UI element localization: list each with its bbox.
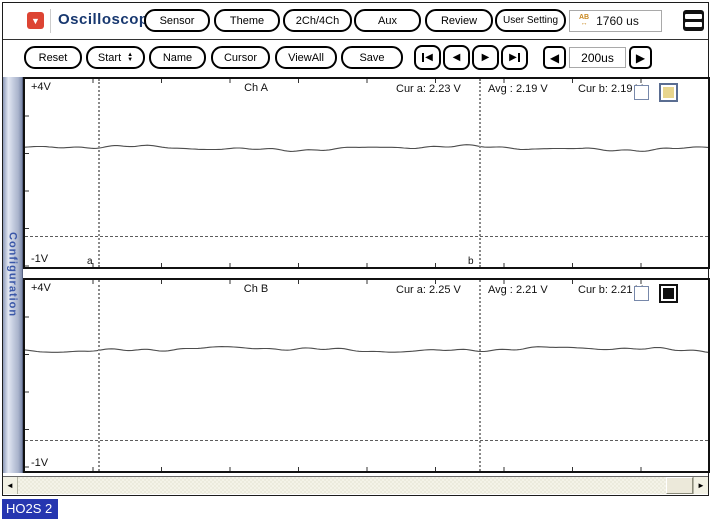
horizontal-scrollbar: ◄ ► xyxy=(3,476,708,494)
scroll-right-button[interactable]: ► xyxy=(693,477,708,494)
toolbar-second: Reset Start ▲▼ Name Cursor ViewAll Save … xyxy=(3,41,708,75)
skip-to-end-button[interactable]: ▶ xyxy=(501,45,528,70)
channel-b-panel: +4V -1V Ch B Cur a: 2.25 V Avg : 2.21 V … xyxy=(23,278,710,473)
toolbar-top: ▼ Oscilloscope Sensor Theme 2Ch/4Ch Aux … xyxy=(3,3,708,40)
user-setting-button[interactable]: User Setting xyxy=(495,9,566,32)
viewall-button[interactable]: ViewAll xyxy=(275,46,337,69)
timebase-display: 200us xyxy=(569,47,626,68)
oscilloscope-window: ▼ Oscilloscope Sensor Theme 2Ch/4Ch Aux … xyxy=(2,2,709,496)
menu-bar xyxy=(685,22,702,27)
app-title: Oscilloscope xyxy=(58,11,157,28)
channel-a-color-box[interactable] xyxy=(659,83,678,102)
step-back-button[interactable]: ◀ xyxy=(443,45,470,70)
channel-b-checkbox[interactable] xyxy=(634,286,649,301)
cursor-time-value: 1760 us xyxy=(596,14,639,28)
divider xyxy=(50,9,51,33)
configuration-sidebar[interactable]: Configuration xyxy=(3,77,23,473)
zero-volt-gridline xyxy=(25,236,708,237)
step-back-icon: ◀ xyxy=(453,52,461,63)
cur-a-readout: Cur a: 2.25 V xyxy=(396,284,461,296)
scrollbar-track[interactable] xyxy=(18,477,693,494)
scrollbar-thumb[interactable] xyxy=(666,477,693,494)
2ch-4ch-button[interactable]: 2Ch/4Ch xyxy=(283,9,352,32)
step-forward-button[interactable]: ▶ xyxy=(472,45,499,70)
left-triangle-icon: ◀ xyxy=(550,51,559,65)
v-bottom-label: -1V xyxy=(31,253,48,265)
bar-icon xyxy=(518,53,520,62)
review-button[interactable]: Review xyxy=(425,9,493,32)
v-top-label: +4V xyxy=(31,282,51,294)
sidebar-label: Configuration xyxy=(7,232,19,317)
channel-b-waveform xyxy=(25,280,708,471)
timebase-increase-button[interactable]: ▶ xyxy=(629,46,652,69)
scroll-left-icon: ◄ xyxy=(6,481,14,490)
cur-a-readout: Cur a: 2.23 V xyxy=(396,83,461,95)
step-forward-icon: ▶ xyxy=(482,52,490,63)
theme-button[interactable]: Theme xyxy=(214,9,280,32)
channel-a-color-swatch xyxy=(663,87,674,98)
v-top-label: +4V xyxy=(31,81,51,93)
down-arrow-icon: ▼ xyxy=(31,16,40,26)
scroll-right-icon: ► xyxy=(697,481,705,490)
scroll-left-button[interactable]: ◄ xyxy=(3,477,18,494)
channel-a-checkbox[interactable] xyxy=(634,85,649,100)
cursor-b-tag: b xyxy=(468,256,474,267)
zero-volt-gridline xyxy=(25,440,708,441)
save-button[interactable]: Save xyxy=(341,46,403,69)
screen: ▼ Oscilloscope Sensor Theme 2Ch/4Ch Aux … xyxy=(0,0,712,521)
channel-b-name: Ch B xyxy=(221,283,291,295)
cursor-b-line[interactable] xyxy=(479,79,481,267)
channel-a-name: Ch A xyxy=(221,82,291,94)
timebase-decrease-button[interactable]: ◀ xyxy=(543,46,566,69)
status-tab[interactable]: HO2S 2 xyxy=(2,499,58,519)
v-bottom-label: -1V xyxy=(31,457,48,469)
app-logo-icon[interactable]: ▼ xyxy=(27,12,44,29)
aux-button[interactable]: Aux xyxy=(354,9,421,32)
channel-b-color-swatch xyxy=(663,288,674,299)
start-button[interactable]: Start ▲▼ xyxy=(86,46,145,69)
skip-to-start-button[interactable]: ◀ xyxy=(414,45,441,70)
sensor-button[interactable]: Sensor xyxy=(144,9,210,32)
spinner-icon[interactable]: ▲▼ xyxy=(127,53,133,63)
channel-b-color-box[interactable] xyxy=(659,284,678,303)
ab-cursor-icon: AB↔ xyxy=(579,15,589,27)
cursor-time-display: AB↔ 1760 us xyxy=(569,10,662,32)
cursor-button[interactable]: Cursor xyxy=(211,46,270,69)
channel-a-waveform xyxy=(25,79,708,267)
reset-button[interactable]: Reset xyxy=(24,46,82,69)
cursor-b-line[interactable] xyxy=(479,280,481,471)
menu-bar xyxy=(685,14,702,19)
menu-icon[interactable] xyxy=(683,10,704,31)
skip-start-icon: ◀ xyxy=(425,52,433,63)
cursor-a-line[interactable] xyxy=(98,280,100,471)
skip-end-icon: ▶ xyxy=(509,52,517,63)
avg-readout: Avg : 2.21 V xyxy=(488,284,548,296)
cursor-a-line[interactable] xyxy=(98,79,100,267)
avg-readout: Avg : 2.19 V xyxy=(488,83,548,95)
name-button[interactable]: Name xyxy=(149,46,206,69)
bar-icon xyxy=(422,53,424,62)
cursor-a-tag: a xyxy=(87,256,93,267)
channel-a-panel: +4V -1V Ch A Cur a: 2.23 V Avg : 2.19 V … xyxy=(23,77,710,269)
right-triangle-icon: ▶ xyxy=(636,51,645,65)
